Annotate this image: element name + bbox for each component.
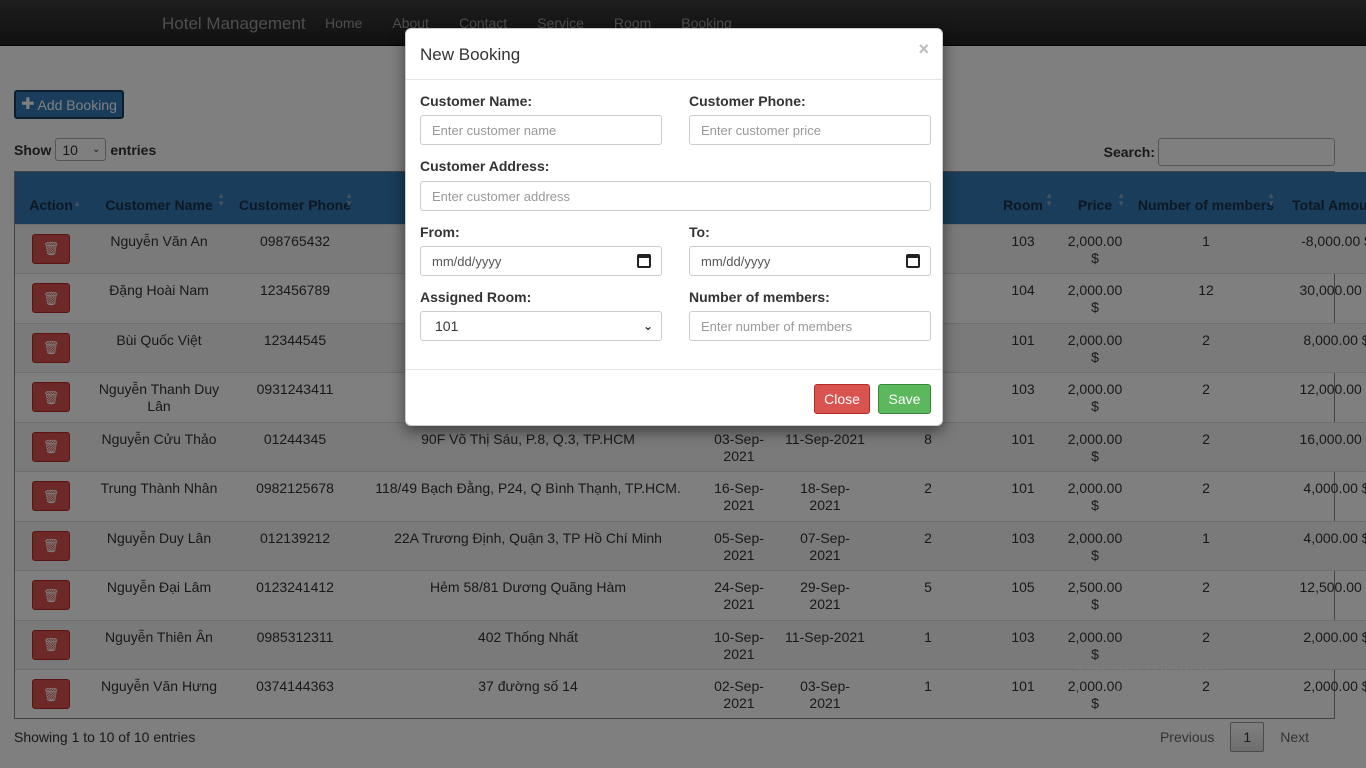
close-icon[interactable]: ×	[918, 39, 929, 60]
customer-address-input[interactable]: Enter customer address	[420, 181, 931, 211]
customer-phone-input[interactable]: Enter customer price	[689, 115, 931, 145]
to-label: To:	[689, 224, 710, 240]
modal-title: New Booking	[420, 45, 521, 64]
from-label: From:	[420, 224, 460, 240]
calendar-icon[interactable]	[906, 254, 920, 268]
assigned-room-label: Assigned Room:	[420, 289, 532, 305]
assigned-room-value: 101	[435, 317, 459, 334]
from-date-input[interactable]: mm/dd/yyyy	[420, 246, 662, 276]
customer-address-label: Customer Address:	[420, 158, 550, 174]
customer-name-label: Customer Name:	[420, 93, 533, 109]
to-date-value: mm/dd/yyyy	[701, 253, 771, 269]
from-date-value: mm/dd/yyyy	[432, 253, 502, 269]
new-booking-modal: New Booking × Customer Name: Enter custo…	[405, 28, 943, 426]
customer-phone-label: Customer Phone:	[689, 93, 806, 109]
modal-footer: Close Save	[406, 369, 942, 426]
customer-name-input[interactable]: Enter customer name	[420, 115, 662, 145]
chevron-down-icon: ⌄	[642, 318, 653, 333]
save-button[interactable]: Save	[878, 384, 931, 414]
members-label: Number of members:	[689, 289, 830, 305]
calendar-icon[interactable]	[637, 254, 651, 268]
close-button[interactable]: Close	[814, 384, 870, 414]
assigned-room-select[interactable]: 101 ⌄	[420, 311, 662, 341]
members-input[interactable]: Enter number of members	[689, 311, 931, 341]
modal-header: New Booking ×	[406, 29, 942, 80]
to-date-input[interactable]: mm/dd/yyyy	[689, 246, 931, 276]
